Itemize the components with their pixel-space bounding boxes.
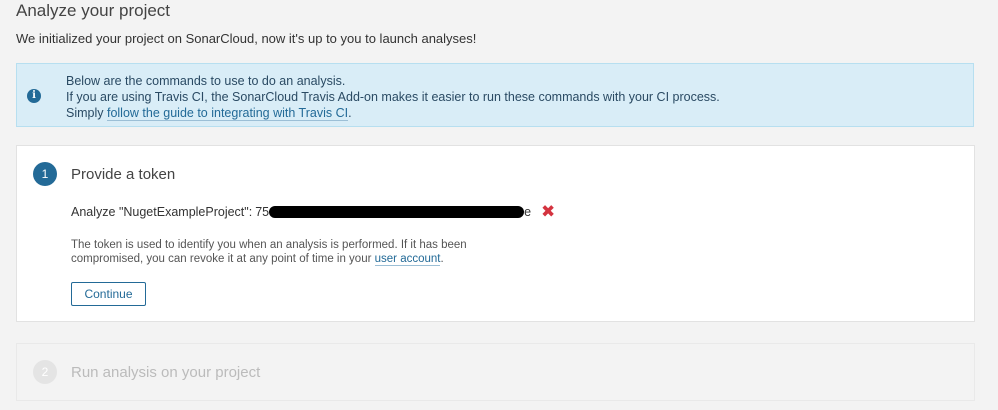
info-line-1: Below are the commands to use to do an a… — [66, 74, 346, 88]
step-provide-token: 1 Provide a token Analyze "NugetExampleP… — [16, 145, 975, 322]
info-line-3-prefix: Simply — [66, 106, 107, 120]
step-run-analysis: 2 Run analysis on your project — [16, 343, 975, 401]
token-label: Analyze "NugetExampleProject": — [71, 205, 253, 219]
token-suffix: e — [524, 205, 532, 219]
page-description: We initialized your project on SonarClou… — [16, 31, 477, 46]
info-text: Below are the commands to use to do an a… — [66, 73, 720, 121]
info-line-3-suffix: . — [348, 106, 352, 120]
token-help-suffix: . — [440, 253, 444, 265]
info-alert: i Below are the commands to use to do an… — [16, 63, 974, 127]
travis-guide-link[interactable]: follow the guide to integrating with Tra… — [106, 106, 349, 121]
step-title-2: Run analysis on your project — [71, 364, 261, 381]
info-icon: i — [27, 89, 41, 103]
continue-button[interactable]: Continue — [71, 282, 146, 306]
step-number-1: 1 — [33, 162, 57, 186]
user-account-link[interactable]: user account — [374, 253, 441, 266]
token-help-text: The token is used to identify you when a… — [71, 238, 501, 266]
token-prefix: 75 — [255, 205, 270, 219]
page-title: Analyze your project — [16, 1, 171, 20]
step-number-2: 2 — [33, 360, 57, 384]
token-redaction — [269, 206, 525, 218]
info-line-3: Simply follow the guide to integrating w… — [66, 105, 720, 121]
info-line-2: If you are using Travis CI, the SonarClo… — [66, 90, 720, 104]
close-icon[interactable]: ✖ — [541, 203, 555, 220]
token-row: Analyze "NugetExampleProject": 75 e ✖ — [71, 203, 555, 220]
step-title-1: Provide a token — [71, 166, 176, 183]
page: Analyze your project We initialized your… — [0, 0, 998, 410]
